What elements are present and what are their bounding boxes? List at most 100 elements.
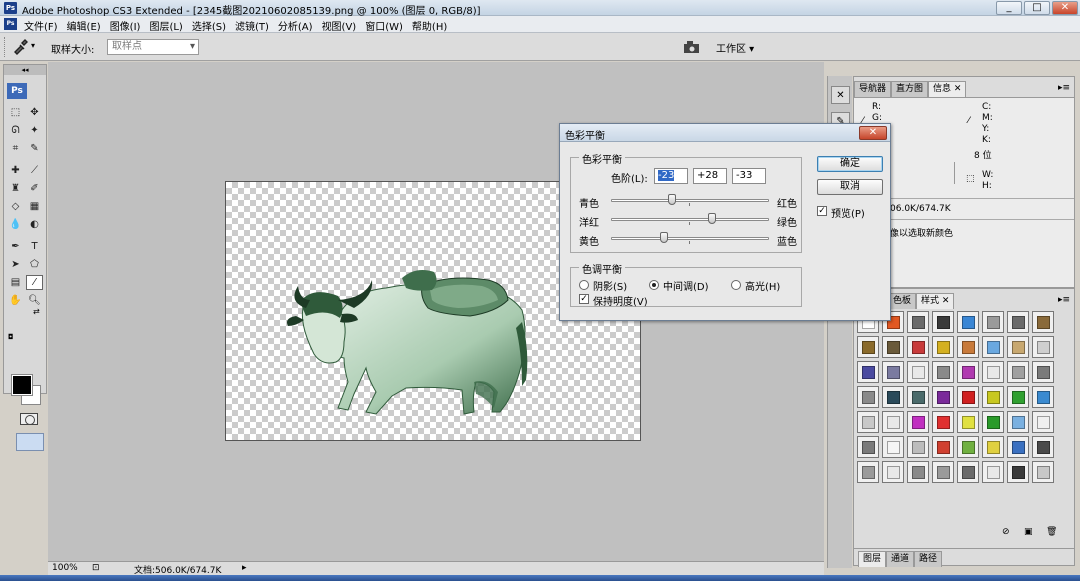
highlights-radio[interactable] [731, 280, 741, 290]
type-tool-icon[interactable]: T [26, 239, 43, 254]
style-swatch[interactable] [857, 436, 879, 458]
ps-menu-icon[interactable]: Ps [4, 18, 17, 30]
style-swatch[interactable] [857, 411, 879, 433]
crop-tool-icon[interactable]: ⌗ [7, 141, 24, 156]
path-selection-tool-icon[interactable]: ➤ [7, 257, 24, 272]
blur-tool-icon[interactable]: 💧 [7, 217, 24, 232]
foreground-color-swatch[interactable] [11, 374, 33, 396]
preserve-luminosity-label[interactable]: 保持明度(V) [593, 293, 648, 308]
panel-menu-icon[interactable]: ▸≡ [1058, 295, 1070, 305]
style-swatch[interactable] [1007, 461, 1029, 483]
menu-analysis[interactable]: 分析(A) [276, 18, 320, 33]
slice-tool-icon[interactable]: ✎ [26, 141, 43, 156]
eraser-tool-icon[interactable]: ◇ [7, 199, 24, 214]
style-swatch[interactable] [907, 411, 929, 433]
style-swatch[interactable] [932, 311, 954, 333]
screen-mode-icon[interactable] [16, 433, 44, 451]
tab-paths[interactable]: 路径 [914, 551, 943, 567]
style-swatch[interactable] [857, 361, 879, 383]
preview-checkbox[interactable]: ✓ [817, 206, 827, 216]
grip[interactable] [4, 37, 7, 57]
style-swatch[interactable] [932, 361, 954, 383]
eyedropper-tool-icon[interactable]: ⁄ [26, 275, 43, 290]
style-swatch[interactable] [982, 311, 1004, 333]
style-swatch[interactable] [982, 411, 1004, 433]
lasso-tool-icon[interactable]: ᘏ [7, 123, 24, 138]
history-brush-tool-icon[interactable]: ✐ [26, 181, 43, 196]
new-style-icon[interactable]: ▣ [1024, 527, 1033, 537]
menu-layer[interactable]: 图层(L) [147, 18, 189, 33]
zoom-level[interactable]: 100% [52, 563, 78, 573]
marquee-tool-icon[interactable]: ⬚ [7, 105, 24, 120]
style-swatch[interactable] [1007, 386, 1029, 408]
cancel-button[interactable]: 取消 [817, 179, 883, 195]
style-swatch[interactable] [957, 361, 979, 383]
style-swatch[interactable] [982, 336, 1004, 358]
cyan-red-slider[interactable] [611, 199, 769, 202]
yellow-blue-slider-thumb[interactable] [659, 232, 668, 243]
style-swatch[interactable] [1007, 311, 1029, 333]
shadows-radio[interactable] [579, 280, 589, 290]
style-swatch[interactable] [957, 311, 979, 333]
preserve-luminosity-checkbox[interactable]: ✓ [579, 294, 589, 304]
style-swatch[interactable] [1007, 436, 1029, 458]
gradient-tool-icon[interactable]: ▦ [26, 199, 43, 214]
style-swatch[interactable] [907, 361, 929, 383]
style-swatch[interactable] [857, 336, 879, 358]
style-swatch[interactable] [907, 461, 929, 483]
style-swatch[interactable] [1032, 336, 1054, 358]
style-swatch[interactable] [1007, 411, 1029, 433]
levels-magenta-green-input[interactable]: +28 [693, 168, 727, 184]
tool-preset-chevron-icon[interactable]: ▾ [31, 41, 35, 50]
minimize-button[interactable]: _ [996, 1, 1022, 15]
tab-histogram[interactable]: 直方图 [891, 81, 929, 97]
tab-info[interactable]: 信息 ✕ [928, 81, 967, 97]
style-swatch[interactable] [907, 386, 929, 408]
status-arrow-icon[interactable]: ▸ [242, 563, 247, 573]
palette-well-icon[interactable] [683, 39, 701, 55]
preview-label[interactable]: 预览(P) [831, 205, 865, 220]
panel-menu-icon[interactable]: ▸≡ [1058, 83, 1070, 93]
style-swatch[interactable] [957, 336, 979, 358]
style-swatch[interactable] [1032, 311, 1054, 333]
style-swatch[interactable] [1032, 411, 1054, 433]
style-swatch[interactable] [882, 436, 904, 458]
style-swatch[interactable] [982, 386, 1004, 408]
tab-layers[interactable]: 图层 [858, 551, 887, 567]
style-swatch[interactable] [882, 411, 904, 433]
style-swatch[interactable] [982, 436, 1004, 458]
midtones-label[interactable]: 中间调(D) [663, 278, 709, 293]
menu-image[interactable]: 图像(I) [108, 18, 148, 33]
style-swatch[interactable] [882, 336, 904, 358]
default-colors-icon[interactable]: ◘ [8, 333, 14, 341]
quick-mask-icon[interactable] [20, 413, 38, 425]
menu-select[interactable]: 选择(S) [190, 18, 233, 33]
maximize-button[interactable]: □ [1024, 1, 1050, 15]
ok-button[interactable]: 确定 [817, 156, 883, 172]
style-swatch[interactable] [1032, 461, 1054, 483]
clone-stamp-tool-icon[interactable]: ♜ [7, 181, 24, 196]
style-swatch[interactable] [907, 311, 929, 333]
delete-style-icon[interactable]: 🗑︎ [1046, 527, 1057, 537]
tab-styles[interactable]: 样式 ✕ [916, 293, 955, 309]
pen-tool-icon[interactable]: ✒ [7, 239, 24, 254]
style-swatch[interactable] [1032, 361, 1054, 383]
style-swatch[interactable] [932, 411, 954, 433]
menu-help[interactable]: 帮助(H) [410, 18, 454, 33]
toolbox-header[interactable]: ◂◂ [4, 65, 46, 75]
swap-colors-icon[interactable]: ⇄ [33, 307, 40, 316]
tab-swatches[interactable]: 色板 [888, 293, 917, 309]
magic-wand-tool-icon[interactable]: ✦ [26, 123, 43, 138]
style-swatch[interactable] [857, 461, 879, 483]
style-swatch[interactable] [982, 361, 1004, 383]
zoom-tool-icon[interactable]: 🔍︎ [26, 293, 43, 308]
brush-tool-icon[interactable]: ⟋ [26, 163, 43, 178]
magenta-green-slider-thumb[interactable] [708, 213, 717, 224]
style-swatch[interactable] [857, 386, 879, 408]
style-swatch[interactable] [982, 461, 1004, 483]
notes-tool-icon[interactable]: ▤ [7, 275, 24, 290]
menu-edit[interactable]: 编辑(E) [65, 18, 108, 33]
eyedropper-tool-icon[interactable] [12, 39, 28, 55]
highlights-label[interactable]: 高光(H) [745, 278, 780, 293]
shape-tool-icon[interactable]: ⬠ [26, 257, 43, 272]
